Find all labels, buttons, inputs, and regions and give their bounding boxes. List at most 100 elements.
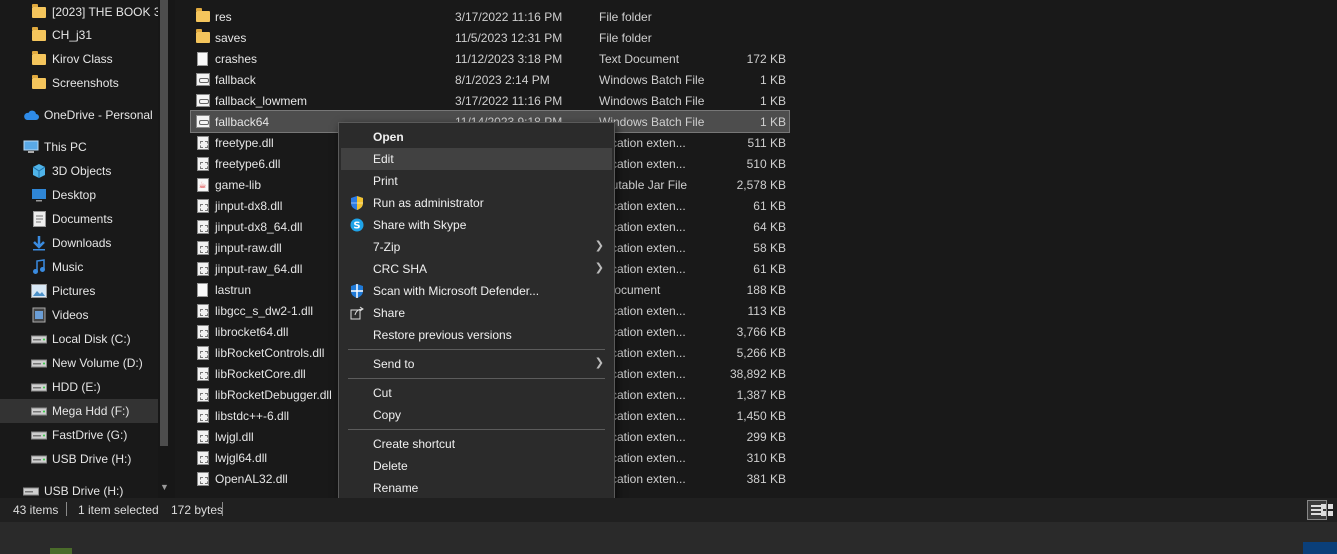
nav-item[interactable]: Documents [0, 207, 158, 231]
file-row[interactable]: crashes 11/12/2023 3:18 PM Text Document 17… [191, 48, 789, 69]
drive-icon [31, 451, 47, 467]
nav-scroll-thumb[interactable] [160, 0, 168, 446]
file-name: lwjgl.dll [215, 429, 254, 444]
status-separator [222, 502, 223, 516]
file-row[interactable]: fallback_lowmem 3/17/2022 11:16 PM Windows… [191, 90, 789, 111]
menu-item-copy[interactable]: Copy [341, 404, 612, 426]
video-icon [31, 307, 47, 323]
file-name: jinput-raw.dll [215, 240, 282, 255]
menu-item-scan-with-microsoft-defender[interactable]: Scan with Microsoft Defender... [341, 280, 612, 302]
background-strip [0, 522, 1337, 554]
menu-item-create-shortcut[interactable]: Create shortcut [341, 433, 612, 455]
menu-item-delete[interactable]: Delete [341, 455, 612, 477]
menu-item-run-as-administrator[interactable]: Run as administrator [341, 192, 612, 214]
computer-icon [23, 139, 39, 155]
nav-item-label: Videos [52, 308, 89, 322]
file-row[interactable]: saves 11/5/2023 12:31 PM File folder [191, 27, 789, 48]
menu-item-label: Share [373, 306, 406, 320]
menu-item-label: Delete [373, 459, 408, 473]
dll-file-icon [195, 471, 210, 486]
nav-item-label: Desktop [52, 188, 97, 202]
nav-item[interactable]: Screenshots [0, 71, 158, 95]
batch-file-icon [195, 72, 210, 87]
nav-item[interactable]: OneDrive - Personal [0, 103, 158, 127]
nav-item[interactable]: This PC [0, 135, 158, 159]
file-name: lastrun [215, 282, 252, 297]
menu-item-label: Cut [373, 386, 392, 400]
folder-icon [31, 50, 47, 67]
menu-item-print[interactable]: Print [341, 170, 612, 192]
nav-item-label: CH_j31 [52, 28, 93, 42]
selection-count: 1 item selected [78, 503, 159, 517]
folder-icon [31, 26, 47, 43]
large-icons-view-icon[interactable] [1317, 500, 1337, 520]
menu-item-share[interactable]: Share [341, 302, 612, 324]
nav-item[interactable]: USB Drive (H:) [0, 479, 158, 498]
menu-item-open[interactable]: Open [341, 126, 612, 148]
file-name: libRocketControls.dll [215, 345, 325, 360]
chevron-down-icon[interactable]: ▼ [160, 482, 169, 492]
nav-item[interactable]: Kirov Class [0, 47, 158, 71]
drive-icon [31, 403, 47, 419]
drive-icon [31, 379, 47, 395]
file-size: 1,387 KB [736, 387, 786, 402]
file-row[interactable]: res 3/17/2022 11:16 PM File folder [191, 6, 789, 27]
usb-drive-icon [23, 483, 39, 498]
menu-item-crc-sha[interactable]: CRC SHA ❯ [341, 258, 612, 280]
file-name: libRocketDebugger.dll [215, 387, 332, 402]
menu-item-cut[interactable]: Cut [341, 382, 612, 404]
menu-item-share-with-skype[interactable]: S Share with Skype [341, 214, 612, 236]
dll-file-icon [195, 408, 210, 423]
nav-item[interactable]: Music [0, 255, 158, 279]
dll-file-icon [195, 156, 210, 171]
nav-item-label: [2023] THE BOOK 3 [52, 5, 161, 19]
nav-item[interactable]: Mega Hdd (F:) [0, 399, 158, 423]
nav-item-label: Downloads [52, 236, 112, 250]
menu-item-label: 7-Zip [373, 240, 401, 254]
nav-item-label: FastDrive (G:) [52, 428, 128, 442]
menu-item-label: Share with Skype [373, 218, 467, 232]
dll-file-icon [195, 198, 210, 213]
chevron-right-icon: ❯ [594, 240, 604, 252]
file-size: 1 KB [759, 72, 786, 87]
menu-item-restore-previous-versions[interactable]: Restore previous versions [341, 324, 612, 346]
cloud-icon [23, 107, 39, 123]
file-name: jinput-raw_64.dll [215, 261, 303, 276]
nav-item[interactable]: 3D Objects [0, 159, 158, 183]
nav-item[interactable]: Local Disk (C:) [0, 327, 158, 351]
menu-item-7-zip[interactable]: 7-Zip ❯ [341, 236, 612, 258]
menu-separator [348, 378, 605, 379]
nav-item[interactable]: USB Drive (H:) [0, 447, 158, 471]
menu-item-label: Open [373, 130, 404, 144]
menu-item-label: Rename [373, 481, 419, 495]
nav-scrollbar[interactable]: ▼ [158, 0, 175, 498]
file-name: fallback_lowmem [215, 93, 308, 108]
nav-item-label: USB Drive (H:) [52, 452, 132, 466]
nav-item[interactable]: New Volume (D:) [0, 351, 158, 375]
file-date: 11/12/2023 3:18 PM [455, 51, 563, 66]
batch-file-icon [195, 114, 210, 129]
nav-item[interactable]: FastDrive (G:) [0, 423, 158, 447]
menu-item-rename[interactable]: Rename [341, 477, 612, 499]
nav-item[interactable]: HDD (E:) [0, 375, 158, 399]
nav-item[interactable]: Desktop [0, 183, 158, 207]
nav-item[interactable]: Downloads [0, 231, 158, 255]
menu-item-send-to[interactable]: Send to ❯ [341, 353, 612, 375]
file-row[interactable]: fallback 8/1/2023 2:14 PM Windows Batch Fi… [191, 69, 789, 90]
nav-item[interactable]: [2023] THE BOOK 3 [0, 0, 161, 24]
file-name: game-lib [215, 177, 262, 192]
file-size: 172 KB [746, 51, 786, 66]
nav-item[interactable]: Pictures [0, 279, 158, 303]
nav-item-label: USB Drive (H:) [44, 484, 124, 498]
file-name: fallback [215, 72, 256, 87]
menu-item-edit[interactable]: Edit [341, 148, 612, 170]
file-date: 8/1/2023 2:14 PM [455, 72, 550, 87]
file-type: Windows Batch File [599, 72, 705, 87]
nav-item[interactable]: CH_j31 [0, 23, 158, 47]
file-type: File folder [599, 9, 652, 24]
nav-item[interactable]: Videos [0, 303, 158, 327]
text-file-icon [195, 282, 210, 297]
music-icon [31, 259, 47, 275]
file-size: 61 KB [753, 198, 786, 213]
file-type: Windows Batch File [599, 93, 705, 108]
